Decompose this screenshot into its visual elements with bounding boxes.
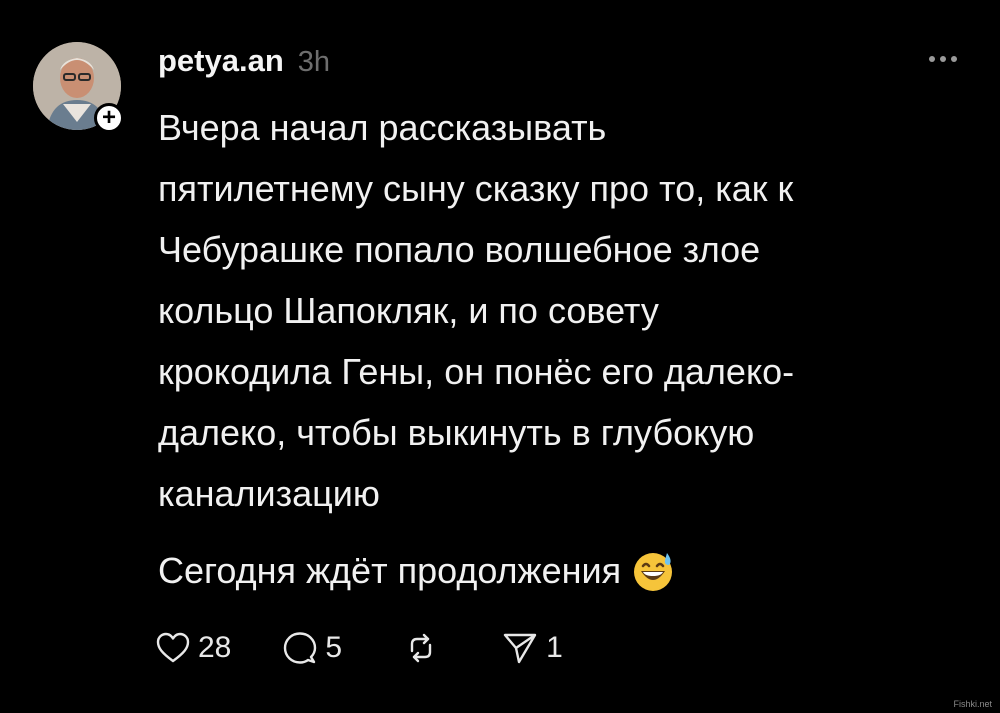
follow-plus-icon[interactable]: +	[94, 103, 124, 133]
grinning-face-with-sweat-emoji	[634, 552, 673, 591]
post-text: Вчера начал рассказывать пятилетнему сын…	[158, 107, 795, 514]
repost-button[interactable]	[404, 631, 438, 665]
comment-icon	[284, 632, 317, 664]
dot	[929, 56, 935, 62]
repost-icon	[410, 633, 432, 663]
post-card: + petya.an 3h Вчера начал рассказывать п…	[0, 0, 1000, 713]
post-time: 3h	[297, 46, 331, 78]
more-dots-icon[interactable]	[929, 56, 957, 62]
username[interactable]: petya.an	[158, 43, 284, 79]
reply-count: 5	[325, 631, 343, 664]
send-icon	[503, 633, 537, 664]
action-bar: 28 5 1	[156, 628, 563, 668]
reply-button[interactable]: 5	[283, 631, 342, 665]
post-header: petya.an 3h	[158, 43, 330, 79]
dot	[951, 56, 957, 62]
heart-icon	[156, 632, 190, 663]
post-text-second: Сегодня ждёт продолжения	[158, 540, 958, 601]
watermark: Fishki.net	[953, 699, 992, 709]
dot	[940, 56, 946, 62]
post-text-second-label: Сегодня ждёт продолжения	[158, 550, 622, 591]
like-count: 28	[198, 631, 232, 664]
share-button[interactable]: 1	[502, 631, 563, 665]
like-button[interactable]: 28	[156, 631, 231, 665]
share-count: 1	[546, 631, 563, 664]
